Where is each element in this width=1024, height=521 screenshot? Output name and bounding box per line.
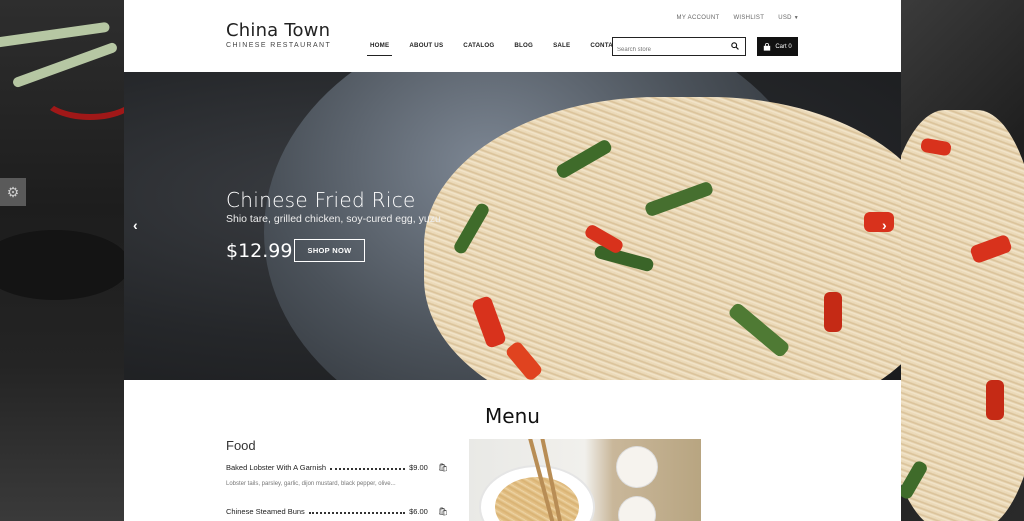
- hero-title: Chinese Fried Rice: [226, 188, 416, 212]
- menu-item: Baked Lobster With A Garnish $9.00 🛍: [226, 463, 448, 472]
- my-account-link[interactable]: MY ACCOUNT: [677, 15, 720, 21]
- cart-button[interactable]: Cart 0: [757, 37, 798, 56]
- shopping-bag-icon: [764, 42, 771, 51]
- menu-item: Chinese Steamed Buns $6.00 🛍: [226, 507, 448, 516]
- nav-sale[interactable]: SALE: [553, 42, 570, 54]
- search-input[interactable]: [613, 41, 723, 59]
- menu-item-description: Lobster tails, parsley, garlic, dijon mu…: [226, 481, 396, 487]
- main-nav: HOME ABOUT US CATALOG BLOG SALE CONTACT …: [366, 42, 632, 56]
- search-box: [612, 37, 746, 59]
- add-to-cart-icon[interactable]: 🛍: [438, 507, 448, 516]
- top-links: MY ACCOUNT WISHLIST USD ▼: [677, 15, 799, 21]
- currency-select[interactable]: USD ▼: [778, 15, 799, 21]
- menu-item-price: $9.00: [409, 463, 428, 472]
- hero-subtitle: Shio tare, grilled chicken, soy-cured eg…: [226, 213, 441, 225]
- settings-gear-button[interactable]: ⚙: [0, 178, 26, 206]
- menu-item-name[interactable]: Baked Lobster With A Garnish: [226, 463, 326, 472]
- menu-food-image: [469, 439, 701, 521]
- nav-catalog[interactable]: CATALOG: [463, 42, 494, 54]
- menu-item-price: $6.00: [409, 507, 428, 516]
- gear-icon: ⚙: [6, 183, 20, 200]
- hero-slider: ‹ › Chinese Fried Rice Shio tare, grille…: [124, 72, 901, 380]
- background-right: [901, 0, 1024, 521]
- slider-prev-arrow[interactable]: ‹: [133, 217, 138, 233]
- nav-about-us[interactable]: ABOUT US: [409, 42, 443, 54]
- site-header: China Town CHINESE RESTAURANT MY ACCOUNT…: [124, 0, 901, 72]
- wishlist-link[interactable]: WISHLIST: [733, 15, 764, 21]
- menu-heading: Menu: [485, 404, 540, 428]
- menu-dot-leader: [308, 508, 406, 514]
- shop-now-button[interactable]: SHOP NOW: [294, 239, 365, 262]
- background-left: [0, 0, 140, 521]
- nav-home[interactable]: HOME: [366, 42, 393, 56]
- nav-blog[interactable]: BLOG: [514, 42, 533, 54]
- menu-item-name[interactable]: Chinese Steamed Buns: [226, 507, 305, 516]
- menu-dot-leader: [330, 464, 406, 470]
- cart-label: Cart 0: [775, 43, 792, 50]
- chevron-down-icon: ▼: [793, 15, 799, 21]
- logo-title[interactable]: China Town: [226, 20, 330, 41]
- search-icon[interactable]: [731, 42, 739, 50]
- logo-subtitle: CHINESE RESTAURANT: [226, 42, 332, 49]
- hero-price: $12.99: [226, 240, 293, 262]
- food-section-heading: Food: [226, 438, 256, 453]
- main-page: China Town CHINESE RESTAURANT MY ACCOUNT…: [124, 0, 901, 521]
- add-to-cart-icon[interactable]: 🛍: [438, 463, 448, 472]
- slider-next-arrow[interactable]: ›: [882, 217, 887, 233]
